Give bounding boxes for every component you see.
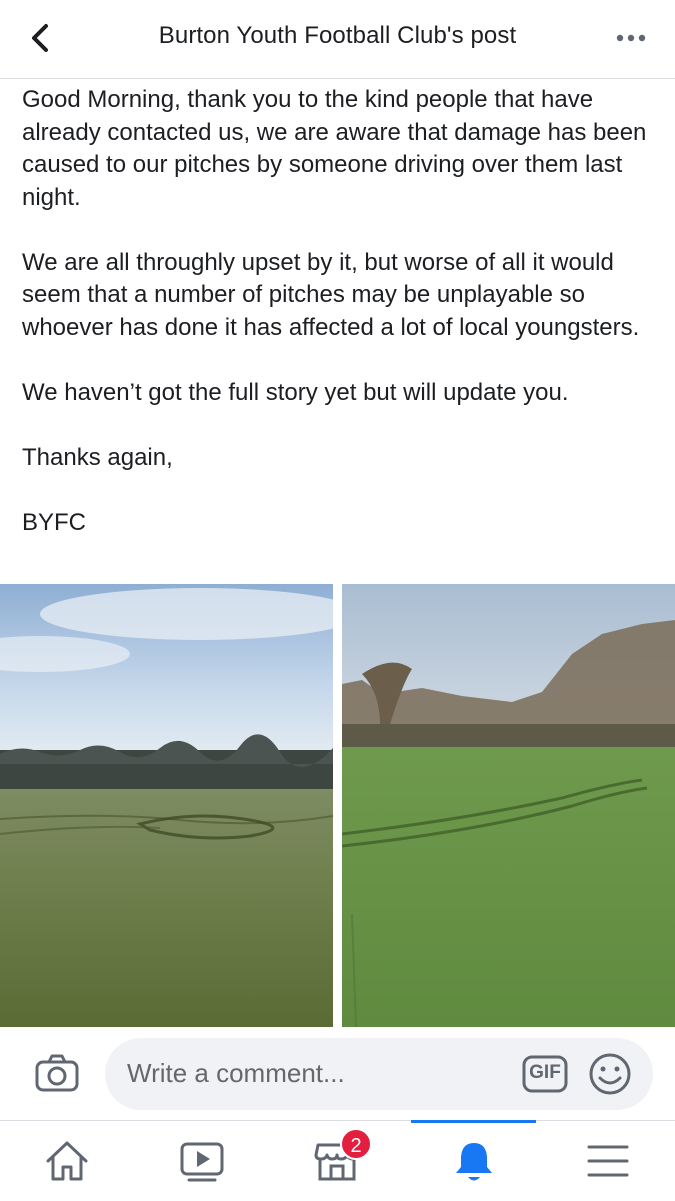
more-dots-icon bbox=[616, 34, 646, 42]
gif-button[interactable]: GIF bbox=[522, 1054, 568, 1094]
post-paragraph: Thanks again, bbox=[22, 443, 173, 471]
gif-label: GIF bbox=[529, 1062, 561, 1083]
post-paragraph: We haven’t got the full story yet but wi… bbox=[22, 378, 569, 406]
post-header: Burton Youth Football Club's post bbox=[0, 0, 675, 79]
nav-watch[interactable] bbox=[147, 1121, 257, 1201]
more-options-button[interactable] bbox=[613, 24, 649, 52]
post-signature: BYFC bbox=[22, 508, 87, 536]
nav-notifications[interactable] bbox=[419, 1121, 529, 1201]
pitch-photo-image bbox=[342, 584, 675, 1027]
bottom-navigation bbox=[0, 1120, 675, 1201]
bell-icon bbox=[456, 1143, 492, 1181]
home-icon bbox=[46, 1141, 88, 1181]
comment-placeholder: Write a comment... bbox=[127, 1058, 345, 1088]
camera-icon bbox=[35, 1054, 79, 1092]
post-paragraph: We are all throughly upset by it, but wo… bbox=[22, 248, 640, 341]
hamburger-menu-icon bbox=[587, 1145, 629, 1177]
emoji-button[interactable] bbox=[588, 1052, 632, 1096]
nav-marketplace[interactable] bbox=[282, 1121, 392, 1201]
nav-home[interactable] bbox=[12, 1121, 122, 1201]
post-photo-damaged-pitch-wide[interactable] bbox=[0, 584, 333, 1027]
page-title: Burton Youth Football Club's post bbox=[158, 22, 517, 49]
video-play-icon bbox=[180, 1142, 224, 1182]
post-photo-damaged-pitch-tracks[interactable] bbox=[342, 584, 675, 1027]
nav-menu[interactable] bbox=[553, 1121, 663, 1201]
post-paragraph: Good Morning, thank you to the kind peop… bbox=[22, 86, 654, 211]
active-tab-indicator bbox=[411, 1120, 536, 1123]
post-text: Good Morning, thank you to the kind peop… bbox=[22, 84, 658, 539]
pitch-photo-image bbox=[0, 584, 333, 1027]
camera-button[interactable] bbox=[34, 1051, 80, 1097]
smiley-face-icon bbox=[589, 1053, 631, 1095]
marketplace-badge: 2 bbox=[340, 1128, 372, 1160]
